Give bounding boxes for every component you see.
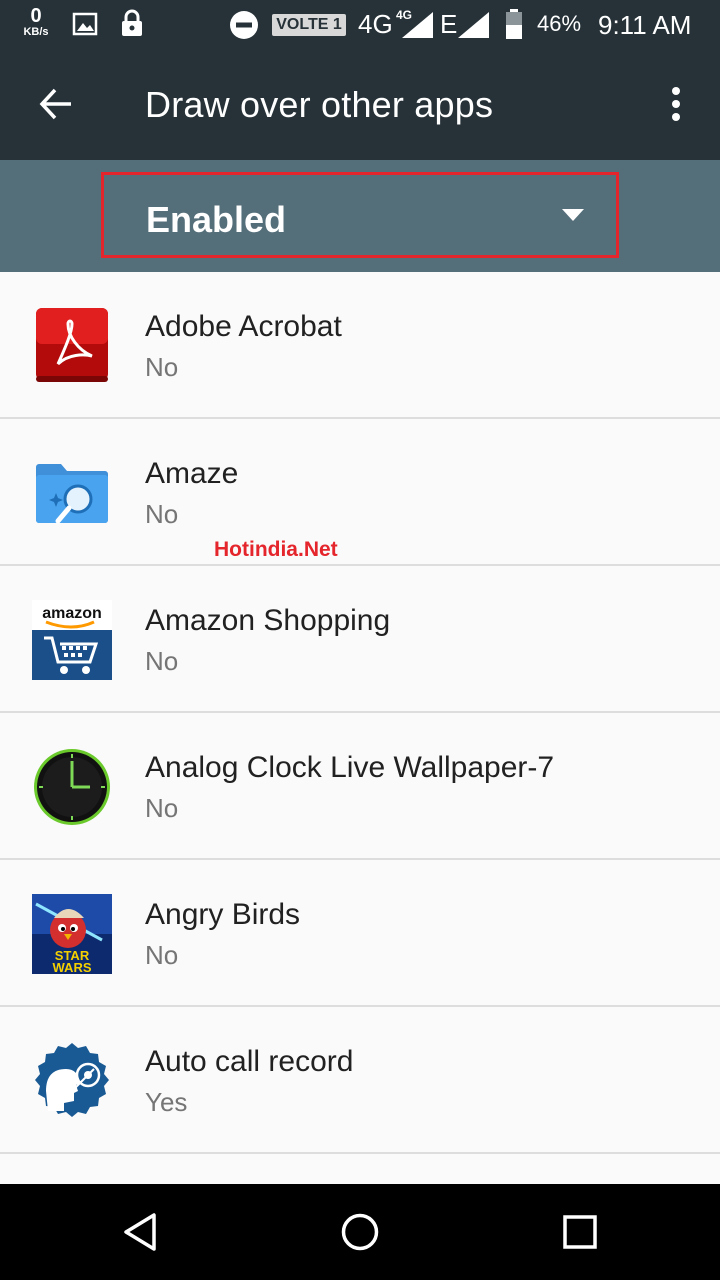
angry-birds-icon: STAR WARS <box>32 894 112 974</box>
back-button[interactable] <box>24 72 88 136</box>
list-item[interactable]: Adobe Acrobat No <box>0 272 720 419</box>
list-item[interactable]: Auto call record Yes <box>0 1007 720 1154</box>
app-status: No <box>145 646 179 676</box>
watermark-text: Hotindia.Net <box>214 538 338 561</box>
app-name: Amazon Shopping <box>145 604 391 637</box>
battery-percent: 46% <box>537 11 582 36</box>
app-status: No <box>145 793 179 823</box>
app-name: Amaze <box>145 457 239 490</box>
recents-square-icon <box>563 1215 597 1249</box>
list-item[interactable]: Analog Clock Live Wallpaper-7 No <box>0 713 720 860</box>
app-status: No <box>145 499 179 529</box>
list-item[interactable]: STAR WARS Angry Birds No <box>0 860 720 1007</box>
navigation-bar <box>0 1184 720 1280</box>
signal-icon <box>458 12 489 38</box>
auto-call-record-icon <box>35 1043 109 1117</box>
nav-recents-button[interactable] <box>548 1204 612 1260</box>
network-speed-value: 0 <box>30 5 42 27</box>
app-name: Adobe Acrobat <box>145 310 342 343</box>
amaze-folder-icon <box>36 464 108 524</box>
page-title: Draw over other apps <box>145 84 494 125</box>
filter-spinner[interactable]: Enabled <box>101 172 619 258</box>
more-options-button[interactable] <box>652 72 700 136</box>
home-circle-icon <box>341 1213 379 1251</box>
do-not-disturb-icon <box>230 11 258 39</box>
network-speed: 0 KB/s <box>18 6 54 38</box>
adobe-acrobat-icon <box>36 308 108 382</box>
network-4g-label: 4G <box>358 9 393 39</box>
list-item[interactable]: Amaze No <box>0 419 720 566</box>
app-name: Auto call record <box>145 1045 354 1078</box>
back-triangle-icon <box>124 1213 156 1251</box>
nav-back-button[interactable] <box>108 1204 172 1260</box>
clock-time: 9:11 AM <box>598 10 692 40</box>
app-name: Angry Birds <box>145 898 301 931</box>
star-wars-logo-text: WARS <box>53 960 92 974</box>
amazon-cart-icon: amazon <box>32 600 112 680</box>
filter-bar: Enabled <box>0 160 720 272</box>
network-e-label: E <box>440 9 458 39</box>
analog-clock-icon <box>34 749 110 825</box>
volte-badge: VOLTE 1 <box>272 14 346 36</box>
amazon-logo-text: amazon <box>42 605 102 622</box>
arrow-back-icon <box>39 88 71 120</box>
app-list: Adobe Acrobat No Amaze No amazon Amazon … <box>0 272 720 1184</box>
toolbar: Draw over other apps <box>0 48 720 160</box>
list-item[interactable]: amazon Amazon Shopping No <box>0 566 720 713</box>
nav-home-button[interactable] <box>328 1204 392 1260</box>
app-name: Analog Clock Live Wallpaper-7 <box>145 751 555 784</box>
battery-icon <box>506 9 522 39</box>
dropdown-arrow-icon <box>562 209 584 221</box>
app-status: No <box>145 940 179 970</box>
network-speed-unit: KB/s <box>23 26 49 38</box>
app-status: No <box>145 352 179 382</box>
app-status: Yes <box>145 1087 188 1117</box>
lock-icon <box>122 9 142 36</box>
image-icon <box>72 12 98 36</box>
signal-icon <box>402 12 433 38</box>
status-bar: 0 KB/s VOLTE 1 4G 4G E 46% 9:11 AM <box>0 0 720 48</box>
list-item[interactable] <box>0 1154 720 1184</box>
filter-selected-value: Enabled <box>146 199 287 240</box>
more-vert-icon <box>672 87 680 121</box>
